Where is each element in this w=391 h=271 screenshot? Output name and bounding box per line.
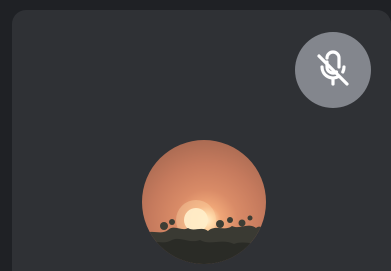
sunset-avatar-image — [142, 200, 266, 264]
participant-tile[interactable] — [12, 10, 391, 271]
participant-avatar — [142, 140, 266, 264]
muted-indicator — [295, 32, 371, 108]
microphone-off-icon — [317, 50, 349, 86]
